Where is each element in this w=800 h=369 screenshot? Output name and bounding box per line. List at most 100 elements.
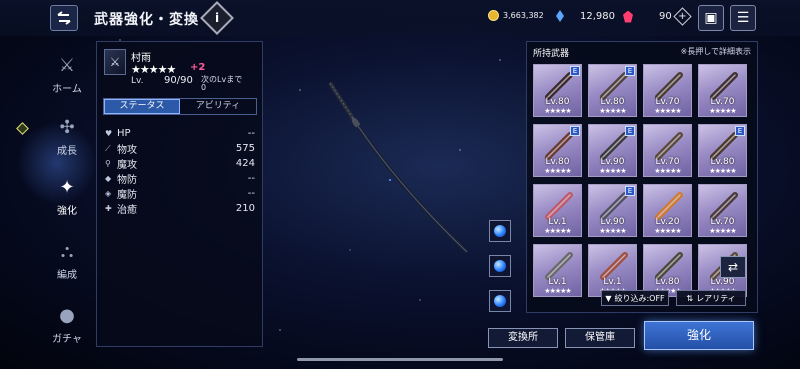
weapon-slot[interactable]: Lv.70 ★★★★★ (643, 124, 692, 177)
weapon-slot[interactable]: E Lv.80 ★★★★★ (533, 124, 582, 177)
storage-button[interactable]: 保管庫 (565, 328, 635, 348)
sort-swap-button[interactable]: ⇄ (720, 256, 746, 278)
slot-stars: ★★★★★ (599, 167, 626, 175)
slot-stars: ★★★★★ (599, 107, 626, 115)
info-button[interactable]: i (200, 1, 234, 35)
equipped-badge: E (625, 66, 635, 76)
weapon-slot[interactable]: E Lv.90 ★★★★★ (588, 124, 637, 177)
bag-icon: ▣ (704, 10, 718, 26)
level-label: Lv. (131, 76, 144, 86)
top-bar: 武器強化・変換 i 3,663,382 12,980 90 + ▣ ☰ (0, 0, 800, 36)
nav-item-party[interactable]: ⛬ 編成 (30, 240, 104, 282)
gem-value: 90 (659, 11, 672, 22)
equipped-badge: E (625, 126, 635, 136)
tab-status[interactable]: ステータス (104, 99, 180, 114)
inventory-bag-button[interactable]: ▣ (698, 5, 724, 31)
slot-level: Lv.80 (600, 97, 625, 107)
weapon-type-icon: ⚔ (104, 49, 126, 75)
nav-label: 強化 (57, 206, 77, 217)
party-icon: ⛬ (60, 240, 74, 262)
rarity-label: レアリティ (696, 293, 736, 303)
stat-row-mdef: ◈ 魔防 -- (105, 188, 255, 201)
crystal-icon (556, 10, 564, 22)
filter-button[interactable]: ▼ 絞り込み:OFF (601, 290, 669, 306)
sword-icon: ⟋ (105, 143, 111, 153)
nav-item-enhance[interactable]: ✦ 強化 (30, 176, 104, 218)
materia-slot-2[interactable] (489, 255, 511, 277)
rarity-sort-button[interactable]: ⇅ レアリティ (676, 290, 746, 306)
materia-orb-icon (494, 260, 506, 272)
slot-stars: ★★★★★ (654, 167, 681, 175)
slot-stars: ★★★★★ (599, 227, 626, 235)
slot-level: Lv.90 (710, 277, 735, 287)
gem-icon (623, 10, 633, 23)
slot-level: Lv.20 (655, 217, 680, 227)
weapon-slot[interactable]: Lv.1★★★★★ (533, 244, 582, 297)
filter-label: 絞り込み:OFF (614, 293, 665, 303)
weapon-slot[interactable]: Lv.20 ★★★★★ (643, 184, 692, 237)
stat-list: ♥ HP -- ⟋ 物攻 575 ⚲ 魔攻 424 ◆ 物防 -- ◈ 魔防 -… (105, 126, 255, 216)
weapon-name: 村雨 (131, 53, 151, 64)
materia-slot-1[interactable] (489, 220, 511, 242)
slot-stars: ★★★★★ (654, 227, 681, 235)
nav-label: ガチャ (52, 334, 82, 345)
sort-icon: ⇅ (686, 293, 694, 303)
weapon-slot[interactable]: Lv.1★★★★★ (533, 184, 582, 237)
weapon-slot[interactable]: E Lv.80 ★★★★★ (588, 64, 637, 117)
status-tabs: ステータス アビリティ (103, 98, 257, 115)
weapon-slot[interactable]: E Lv.80 ★★★★★ (698, 124, 747, 177)
inventory-title: 所持武器 (533, 49, 570, 59)
slot-level: Lv.1 (603, 277, 622, 287)
slot-level: Lv.80 (545, 157, 570, 167)
nav-label: ホーム (52, 84, 82, 95)
menu-button[interactable]: ☰ (730, 5, 756, 31)
tab-ability[interactable]: アビリティ (180, 99, 256, 114)
slot-stars: ★★★★★ (654, 107, 681, 115)
nav-item-home[interactable]: ⚔ ホーム (30, 54, 104, 96)
equipped-badge: E (625, 186, 635, 196)
side-nav: ⚔ ホーム ✣ 成長 ✦ 強化 ⛬ 編成 ● ガチャ (30, 42, 104, 362)
staff-icon: ⚲ (105, 159, 111, 168)
info-icon: i (214, 11, 220, 25)
weapon-slot[interactable]: Lv.70 ★★★★★ (643, 64, 692, 117)
magic-shield-icon: ◈ (105, 189, 112, 198)
stat-row-hp: ♥ HP -- (105, 128, 255, 139)
home-icon: ⚔ (58, 54, 76, 76)
slot-stars: ★★★★★ (544, 167, 571, 175)
slot-stars: ★★★★★ (544, 227, 571, 235)
back-arrow-icon (57, 11, 71, 25)
enhance-button[interactable]: 強化 (644, 321, 754, 350)
equipped-badge: E (735, 126, 745, 136)
materia-orb-icon (494, 225, 506, 237)
stat-row-patk: ⟋ 物攻 575 (105, 143, 255, 156)
crystal-counter: 12,980 (556, 10, 615, 22)
slot-stars: ★★★★★ (544, 107, 571, 115)
gem-counter: 90 + (623, 7, 692, 26)
next-level-label: 次のLvまで (201, 75, 243, 84)
slot-level: Lv.80 (655, 277, 680, 287)
coin-icon (488, 10, 499, 21)
back-button[interactable] (50, 5, 78, 31)
nav-item-gacha[interactable]: ● ガチャ (30, 304, 104, 346)
inventory-hint: ※長押しで詳細表示 (680, 47, 751, 56)
weapon-slot[interactable]: Lv.70 ★★★★★ (698, 64, 747, 117)
slot-level: Lv.80 (710, 157, 735, 167)
slot-level: Lv.1 (548, 277, 567, 287)
slot-stars: ★★★★★ (709, 167, 736, 175)
nav-label: 成長 (57, 146, 77, 157)
convert-button[interactable]: 変換所 (488, 328, 558, 348)
nav-item-growth[interactable]: ✣ 成長 (30, 116, 104, 158)
materia-slot-3[interactable] (489, 290, 511, 312)
growth-icon: ✣ (59, 116, 75, 138)
equipped-badge: E (570, 66, 580, 76)
filter-icon: ▼ (605, 293, 612, 303)
weapon-slot[interactable]: E Lv.80 ★★★★★ (533, 64, 582, 117)
next-level-value: 0 (201, 83, 207, 92)
weapon-model (328, 81, 469, 254)
weapon-slot[interactable]: Lv.70 ★★★★★ (698, 184, 747, 237)
heart-icon: ♥ (105, 129, 113, 138)
slot-stars: ★★★★★ (544, 287, 571, 295)
home-indicator (297, 358, 503, 361)
weapon-slot[interactable]: E Lv.90 ★★★★★ (588, 184, 637, 237)
add-gems-button[interactable]: + (673, 7, 692, 26)
